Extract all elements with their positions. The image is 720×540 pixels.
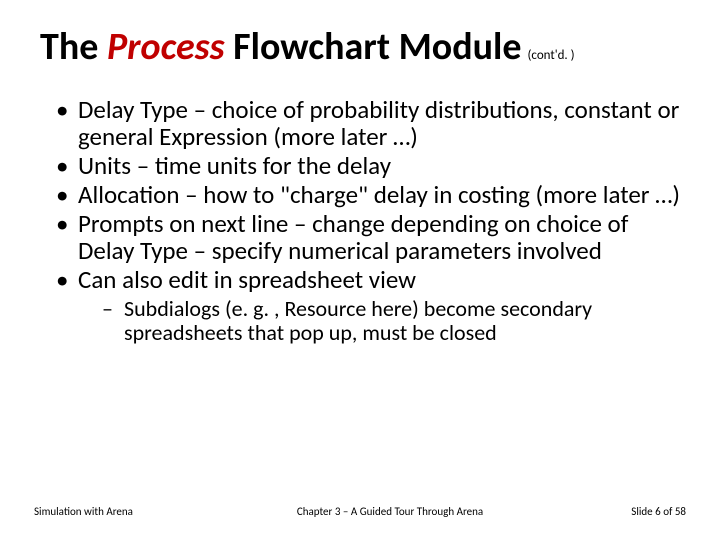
bullet-text: Delay Type – choice of probability distr…	[78, 94, 679, 152]
title-part-3: Flowchart Module	[225, 24, 522, 70]
slide: The Process Flowchart Module(cont'd. ) D…	[0, 0, 720, 540]
bullet-text: Can also edit in spreadsheet view	[78, 264, 416, 295]
sub-bullet-item: Subdialogs (e. g. , Resource here) becom…	[106, 297, 680, 345]
sub-bullet-text: Subdialogs (e. g. , Resource here) becom…	[124, 295, 592, 346]
sub-bullet-list: Subdialogs (e. g. , Resource here) becom…	[78, 297, 680, 345]
bullet-text: Units – time units for the delay	[78, 150, 391, 181]
bullet-item: Allocation – how to "charge" delay in co…	[60, 181, 680, 208]
bullet-text: Prompts on next line – change depending …	[78, 208, 628, 266]
title-part-1: The	[40, 24, 107, 70]
bullet-text: Allocation – how to "charge" delay in co…	[78, 179, 680, 210]
slide-footer: Simulation with Arena Chapter 3 – A Guid…	[0, 505, 720, 518]
bullet-item: Can also edit in spreadsheet view Subdia…	[60, 266, 680, 345]
footer-center: Chapter 3 – A Guided Tour Through Arena	[214, 505, 566, 518]
bullet-list: Delay Type – choice of probability distr…	[40, 96, 680, 345]
title-contd: (cont'd. )	[521, 48, 574, 63]
title-part-2: Process	[107, 24, 225, 70]
bullet-item: Units – time units for the delay	[60, 152, 680, 179]
footer-left: Simulation with Arena	[34, 505, 214, 518]
footer-right: Slide 6 of 58	[566, 505, 686, 518]
bullet-item: Delay Type – choice of probability distr…	[60, 96, 680, 150]
bullet-item: Prompts on next line – change depending …	[60, 210, 680, 264]
slide-title: The Process Flowchart Module(cont'd. )	[40, 28, 680, 68]
